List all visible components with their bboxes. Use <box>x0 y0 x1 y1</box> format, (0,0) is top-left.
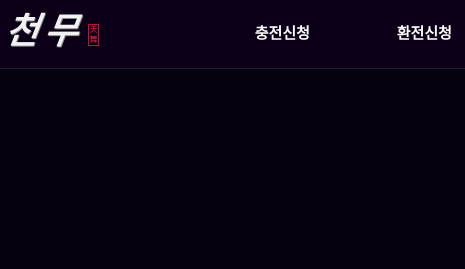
nav-exchange-request[interactable]: 환전신청 <box>397 22 452 43</box>
nav-charge-request[interactable]: 충전신청 <box>255 22 310 43</box>
page: 천무 天舞 충전신청 환전신청 <box>0 0 465 269</box>
main-content-area <box>0 69 465 269</box>
site-logo[interactable]: 천무 天舞 <box>3 10 100 58</box>
top-header: 천무 天舞 충전신청 환전신청 <box>0 0 465 69</box>
logo-seal: 天舞 <box>88 24 100 46</box>
logo-text: 천무 <box>3 10 88 52</box>
